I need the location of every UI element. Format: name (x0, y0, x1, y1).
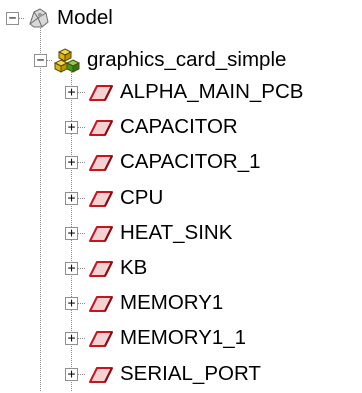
tree-item-model[interactable]: Model (24, 4, 144, 32)
tree-item-label: CAPACITOR (120, 115, 238, 138)
tree-item-part[interactable]: MEMORY1_1 (84, 324, 359, 352)
collapse-assembly-toggle[interactable]: − (34, 54, 47, 67)
part-icon (84, 360, 116, 393)
tree-item-part[interactable]: MEMORY1 (84, 289, 359, 317)
part-icon (84, 78, 116, 111)
part-icon (84, 289, 116, 322)
tree-item-part[interactable]: CAPACITOR (84, 113, 359, 141)
part-icon (84, 219, 116, 252)
tree-connector-root (40, 26, 41, 391)
tree-item-label: Model (57, 6, 113, 29)
expand-part-toggle[interactable]: + (65, 368, 78, 381)
tree-item-label: CAPACITOR_1 (120, 150, 261, 173)
expand-part-toggle[interactable]: + (65, 332, 78, 345)
model-icon (24, 4, 54, 37)
tree-item-label: SERIAL_PORT (120, 362, 261, 385)
expand-part-toggle[interactable]: + (65, 297, 78, 310)
tree-item-part[interactable]: CPU (84, 184, 359, 212)
expand-part-toggle[interactable]: + (65, 121, 78, 134)
expand-part-toggle[interactable]: + (65, 86, 78, 99)
expand-part-toggle[interactable]: + (65, 262, 78, 275)
expand-part-toggle[interactable]: + (65, 192, 78, 205)
part-icon (84, 113, 116, 146)
tree-item-part[interactable]: CAPACITOR_1 (84, 148, 359, 176)
assembly-icon (53, 46, 86, 79)
tree-item-label: ALPHA_MAIN_PCB (120, 80, 304, 103)
part-icon (84, 254, 116, 287)
tree-item-part[interactable]: KB (84, 254, 359, 282)
tree-item-label: HEAT_SINK (120, 221, 233, 244)
tree-item-part[interactable]: ALPHA_MAIN_PCB (84, 78, 359, 106)
tree-item-label: KB (120, 256, 148, 279)
tree-item-part[interactable]: HEAT_SINK (84, 219, 359, 247)
tree-item-label: MEMORY1_1 (120, 326, 247, 349)
tree-item-graphics-card-simple[interactable]: graphics_card_simple (53, 46, 354, 74)
part-icon (84, 148, 116, 181)
collapse-root-toggle[interactable]: − (6, 12, 19, 25)
expand-part-toggle[interactable]: + (65, 227, 78, 240)
tree-item-label: MEMORY1 (120, 291, 224, 314)
part-icon (84, 324, 116, 357)
model-tree: − Model − graphics_card_simple + ALPHA_M… (0, 0, 362, 391)
tree-item-part[interactable]: SERIAL_PORT (84, 360, 359, 388)
tree-item-label: graphics_card_simple (87, 48, 287, 71)
expand-part-toggle[interactable]: + (65, 156, 78, 169)
part-icon (84, 184, 116, 217)
tree-item-label: CPU (120, 186, 164, 209)
